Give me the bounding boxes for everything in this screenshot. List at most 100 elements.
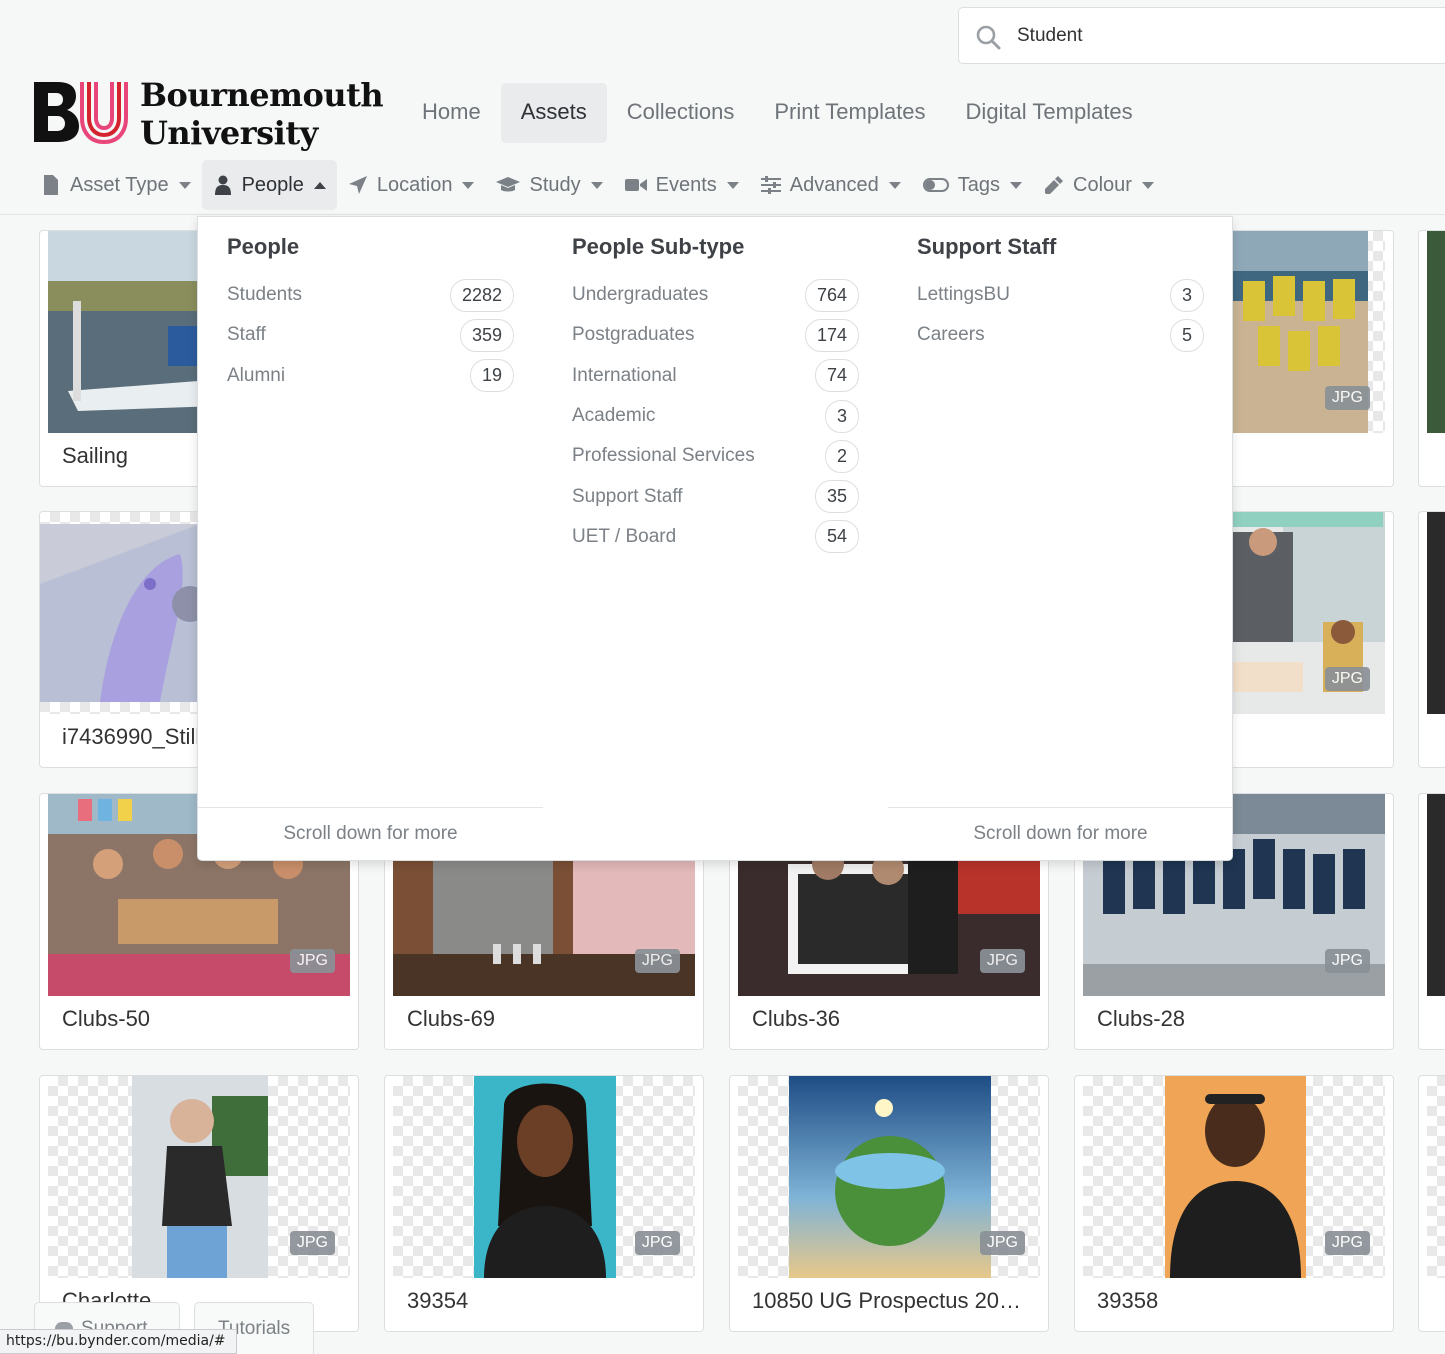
- logo-wordmark: Bournemouth University: [140, 76, 384, 152]
- bu-logo[interactable]: Bournemouth University: [32, 76, 384, 152]
- nav-assets[interactable]: Assets: [500, 83, 607, 143]
- scroll-more-hint: Scroll down for more: [888, 807, 1233, 860]
- option-label: LettingsBU: [917, 284, 1010, 306]
- option-label: UET / Board: [572, 525, 677, 547]
- portrait-39354: [474, 1076, 616, 1278]
- asset-thumbnail: JPG: [393, 1076, 695, 1278]
- asset-thumbnail: JPG: [1083, 1076, 1385, 1278]
- file-type-badge: JPG: [289, 1231, 335, 1255]
- user-icon: [214, 175, 231, 195]
- option-count: 74: [814, 359, 859, 393]
- file-type-badge: JPG: [979, 1231, 1025, 1255]
- nav-digital-templates[interactable]: Digital Templates: [946, 83, 1153, 143]
- asset-name: Clubs-69: [407, 1006, 496, 1031]
- option-label: Alumni: [227, 364, 286, 386]
- option-count: 2: [824, 439, 859, 473]
- toggle-icon: [922, 178, 949, 192]
- asset-name: 39358: [1097, 1288, 1159, 1313]
- sliders-icon: [760, 176, 781, 194]
- filter-label: Events: [655, 173, 717, 196]
- asset-card[interactable]: [1418, 1075, 1445, 1332]
- option-count: 174: [804, 318, 859, 352]
- file-type-badge: JPG: [979, 949, 1025, 973]
- eyedropper-icon: [1045, 176, 1064, 194]
- dropdown-column-people: People Students 2282 Staff 359 Alumni 19 Sc…: [198, 217, 543, 860]
- option-label: Students: [227, 284, 302, 306]
- asset-card[interactable]: JPG 10850 UG Prospectus 202…: [729, 1075, 1049, 1332]
- file-type-badge: JPG: [1324, 667, 1370, 691]
- filter-location[interactable]: Location: [337, 160, 486, 210]
- option-list: LettingsBU 3 Careers 5: [917, 275, 1204, 356]
- option-count: 19: [469, 359, 514, 393]
- option-students[interactable]: Students 2282: [227, 275, 514, 315]
- asset-card[interactable]: [1418, 511, 1445, 768]
- option-list: Students 2282 Staff 359 Alumni 19: [227, 275, 514, 396]
- filter-advanced[interactable]: Advanced: [750, 160, 912, 210]
- column-title: People Sub-type: [572, 234, 745, 259]
- file-type-badge: JPG: [289, 949, 335, 973]
- option-alumni[interactable]: Alumni 19: [227, 356, 514, 396]
- location-arrow-icon: [348, 176, 367, 194]
- option-lettingsbu[interactable]: LettingsBU 3: [917, 275, 1204, 315]
- asset-card[interactable]: [1418, 793, 1445, 1050]
- file-type-badge: JPG: [1324, 1231, 1370, 1255]
- asset-thumbnail: [1427, 1076, 1445, 1278]
- filter-label: Colour: [1073, 173, 1132, 196]
- filter-colour[interactable]: Colour: [1033, 160, 1165, 210]
- asset-name: Clubs-50: [62, 1006, 151, 1031]
- asset-name: 10850 UG Prospectus 202…: [752, 1288, 1032, 1313]
- caret-down-icon: [178, 181, 191, 189]
- option-staff[interactable]: Staff 359: [227, 315, 514, 355]
- nav-collections[interactable]: Collections: [607, 83, 755, 143]
- option-academic[interactable]: Academic 3: [572, 396, 859, 436]
- option-support-staff[interactable]: Support Staff 35: [572, 476, 859, 516]
- file-type-badge: JPG: [634, 949, 680, 973]
- caret-down-icon: [726, 181, 739, 189]
- asset-thumbnail: [1427, 794, 1445, 996]
- option-label: Careers: [917, 324, 985, 346]
- nav-print-templates[interactable]: Print Templates: [754, 83, 945, 143]
- option-uet-board[interactable]: UET / Board 54: [572, 517, 859, 557]
- option-label: Support Staff: [572, 485, 683, 507]
- option-count: 3: [824, 399, 859, 433]
- option-postgraduates[interactable]: Postgraduates 174: [572, 315, 859, 355]
- filter-label: Advanced: [789, 173, 879, 196]
- option-label: Undergraduates: [572, 284, 709, 306]
- filter-bar: Asset Type People Location Study Events …: [30, 160, 1165, 210]
- filter-tags[interactable]: Tags: [912, 160, 1033, 210]
- bu-logo-mark: [34, 82, 128, 144]
- file-icon: [44, 175, 58, 195]
- search-box[interactable]: [958, 7, 1445, 64]
- asset-card[interactable]: JPG 39358: [1074, 1075, 1394, 1332]
- caret-down-icon: [888, 181, 901, 189]
- filter-people[interactable]: People: [201, 160, 337, 210]
- column-title: People: [227, 234, 300, 259]
- option-undergraduates[interactable]: Undergraduates 764: [572, 275, 859, 315]
- filter-label: Asset Type: [70, 173, 169, 196]
- filter-label: Tags: [957, 173, 1001, 196]
- asset-card[interactable]: JPG Charlotte: [39, 1075, 359, 1332]
- filter-asset-type[interactable]: Asset Type: [30, 160, 202, 210]
- option-careers[interactable]: Careers 5: [917, 315, 1204, 355]
- option-label: Staff: [227, 324, 266, 346]
- column-title: Support Staff: [917, 234, 1057, 259]
- option-count: 359: [459, 318, 514, 352]
- nav-home[interactable]: Home: [402, 83, 501, 143]
- dropdown-column-people-sub-type: People Sub-type Undergraduates 764 Postgr…: [543, 217, 888, 860]
- asset-name: Clubs-28: [1097, 1006, 1186, 1031]
- asset-card[interactable]: JPG 39354: [384, 1075, 704, 1332]
- portrait-39358: [1165, 1076, 1306, 1278]
- asset-thumbnail: JPG: [738, 1076, 1040, 1278]
- caret-down-icon: [1141, 181, 1154, 189]
- main-nav: Home Assets Collections Print Templates …: [402, 83, 1153, 143]
- option-international[interactable]: International 74: [572, 356, 859, 396]
- filter-study[interactable]: Study: [485, 160, 613, 210]
- file-type-badge: JPG: [634, 1231, 680, 1255]
- filter-events[interactable]: Events: [614, 160, 750, 210]
- search-input[interactable]: [1017, 18, 1417, 54]
- option-label: International: [572, 364, 677, 386]
- asset-card[interactable]: [1418, 230, 1445, 487]
- graduation-cap-icon: [496, 177, 521, 192]
- option-label: Postgraduates: [572, 324, 695, 346]
- option-professional-services[interactable]: Professional Services 2: [572, 436, 859, 476]
